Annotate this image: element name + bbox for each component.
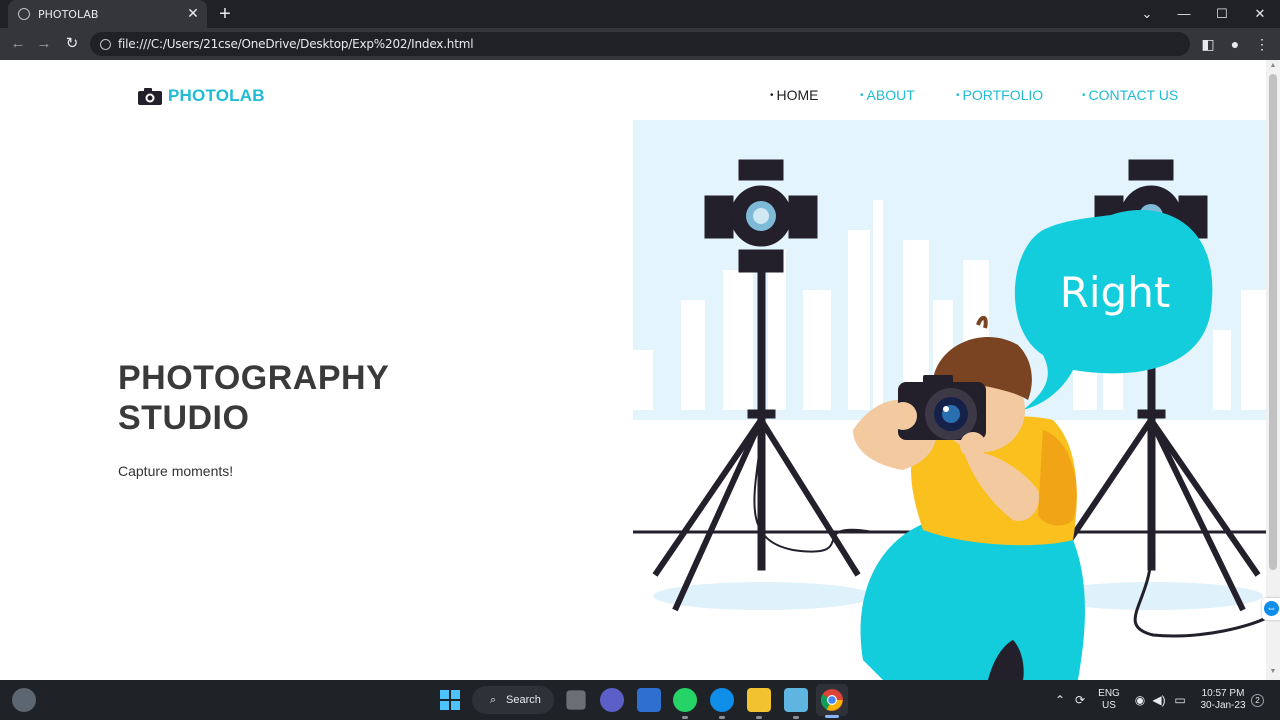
hero-title: PHOTOGRAPHY STUDIO <box>118 358 438 438</box>
teamviewer-badge[interactable]: ⇔ <box>1262 598 1280 620</box>
profile-icon[interactable]: ● <box>1225 34 1245 54</box>
search-icon: ⌕ <box>490 694 497 706</box>
tab-photolab[interactable]: PHOTOLAB ✕ <box>8 0 207 28</box>
nav-bullet: • <box>1082 90 1086 101</box>
tab-strip: PHOTOLAB ✕ + ⌄ — ☐ ✕ <box>0 0 1280 28</box>
new-tab-button[interactable]: + <box>214 3 236 25</box>
nav-contact-us-label: CONTACT US <box>1088 87 1179 103</box>
nav-bullet: • <box>956 90 960 101</box>
language-code: ENG <box>1098 688 1120 699</box>
browser-toolbar: ← → ↻ file:///C:/Users/21cse/OneDrive/De… <box>0 28 1280 60</box>
reload-button[interactable]: ↻ <box>62 34 82 54</box>
microsoft-store-icon[interactable] <box>637 688 661 712</box>
scroll-down-arrow-icon[interactable]: ▼ <box>1269 668 1277 676</box>
search-label: Search <box>506 694 541 706</box>
task-view-icon[interactable] <box>566 690 586 710</box>
app-running-indicator <box>719 716 725 719</box>
close-window-button[interactable]: ✕ <box>1250 4 1270 24</box>
nav-about-label: ABOUT <box>866 87 915 103</box>
hero-title-line1: PHOTOGRAPHY <box>118 359 390 397</box>
speech-bubble-text: Right <box>1060 268 1171 317</box>
nav-portfolio[interactable]: • PORTFOLIO <box>956 87 1043 103</box>
scroll-thumb[interactable] <box>1269 74 1277 570</box>
url-text[interactable]: file:///C:/Users/21cse/OneDrive/Desktop/… <box>118 37 474 51</box>
camera-icon <box>138 87 162 105</box>
file-explorer-icon[interactable] <box>747 688 771 712</box>
app-running-indicator <box>682 716 688 719</box>
chrome-active-indicator <box>825 715 839 718</box>
clock[interactable]: 10:57 PM 30-Jan-23 <box>1196 688 1250 712</box>
nav-home-label: HOME <box>776 87 819 103</box>
windows-start-icon[interactable] <box>438 688 462 712</box>
globe-icon <box>18 8 30 20</box>
app-running-indicator <box>793 716 799 719</box>
keyboard-layout: US <box>1102 700 1116 711</box>
clock-time: 10:57 PM <box>1201 688 1245 699</box>
address-bar[interactable]: file:///C:/Users/21cse/OneDrive/Desktop/… <box>90 32 1190 56</box>
nav-bullet: • <box>770 90 774 101</box>
tab-close-icon[interactable]: ✕ <box>185 5 201 21</box>
side-panel-icon[interactable]: ◧ <box>1198 34 1218 54</box>
tab-title: PHOTOLAB <box>38 8 99 21</box>
nav-about[interactable]: • ABOUT <box>860 87 915 103</box>
page-viewport: PHOTOLAB • HOME • ABOUT • PORTFOLIO • CONTAC… <box>0 60 1266 680</box>
site-logo[interactable]: PHOTOLAB <box>138 86 265 106</box>
app-running-indicator <box>756 716 762 719</box>
hero-title-line2: STUDIO <box>118 399 250 437</box>
minimize-button[interactable]: — <box>1174 4 1194 24</box>
menu-icon[interactable]: ⋮ <box>1252 34 1272 54</box>
whatsapp-icon[interactable] <box>673 688 697 712</box>
site-info-icon[interactable] <box>100 39 111 50</box>
chrome-taskbar-button[interactable] <box>816 684 848 716</box>
maximize-button[interactable]: ☐ <box>1212 4 1232 24</box>
windows-taskbar: ⌕ Search ⌃ ⟳ ENG US ◉ ◀) ▭ 10:57 PM 30-J… <box>0 680 1280 720</box>
scroll-up-arrow-icon[interactable]: ▲ <box>1269 62 1277 70</box>
nav-bullet: • <box>860 90 864 101</box>
hero-subtitle: Capture moments! <box>118 463 234 479</box>
chrome-icon <box>821 689 843 711</box>
taskbar-search[interactable]: ⌕ Search <box>472 686 554 714</box>
notification-badge[interactable]: 2 <box>1251 694 1264 707</box>
clock-date: 30-Jan-23 <box>1200 700 1246 711</box>
teamviewer-taskbar-icon[interactable] <box>710 688 734 712</box>
teamviewer-icon: ⇔ <box>1264 601 1279 616</box>
weather-icon[interactable] <box>12 688 36 712</box>
volume-icon[interactable]: ◀) <box>1151 692 1167 708</box>
back-button[interactable]: ← <box>8 34 28 54</box>
photographer-illustration: Right <box>633 120 1266 680</box>
sync-icon[interactable]: ⟳ <box>1072 692 1088 708</box>
nav-contact-us[interactable]: • CONTACT US <box>1082 87 1178 103</box>
language-indicator[interactable]: ENG US <box>1094 688 1124 712</box>
logo-text: PHOTOLAB <box>168 86 265 105</box>
wifi-icon[interactable]: ◉ <box>1132 692 1148 708</box>
nav-home[interactable]: • HOME <box>770 87 819 103</box>
show-hidden-icons-chevron-icon[interactable]: ⌃ <box>1052 692 1068 708</box>
tab-search-chevron-icon[interactable]: ⌄ <box>1137 4 1157 24</box>
teams-chat-icon[interactable] <box>600 688 624 712</box>
nav-portfolio-label: PORTFOLIO <box>962 87 1044 103</box>
notepad-icon[interactable] <box>784 688 808 712</box>
battery-icon[interactable]: ▭ <box>1172 692 1188 708</box>
vertical-scrollbar[interactable]: ▲ ▼ <box>1266 60 1280 680</box>
forward-button[interactable]: → <box>34 34 54 54</box>
